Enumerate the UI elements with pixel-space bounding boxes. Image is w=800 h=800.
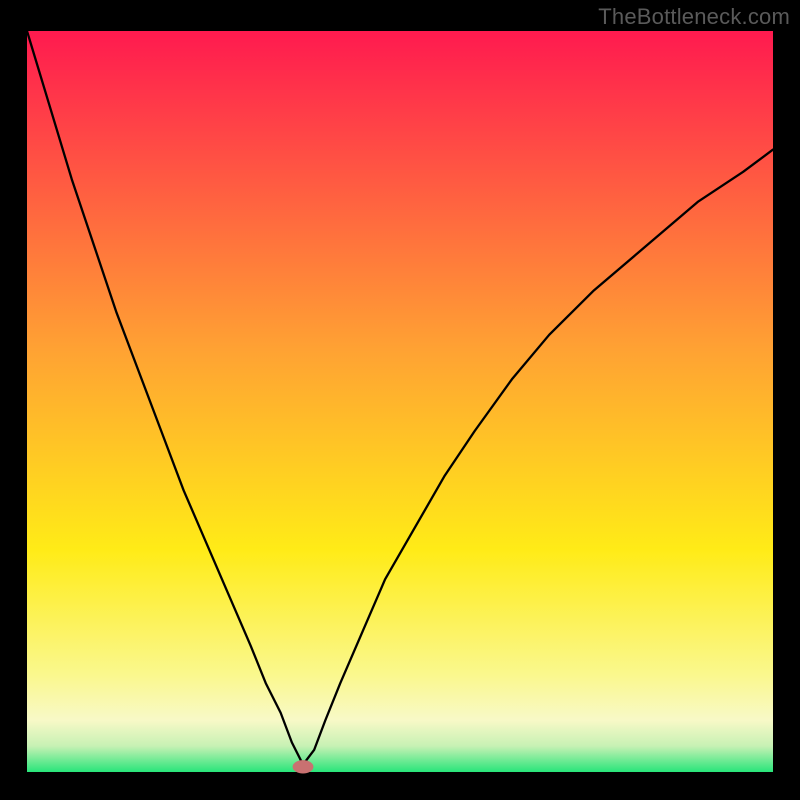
chart-stage: TheBottleneck.com (0, 0, 800, 800)
bottleneck-chart (0, 0, 800, 800)
minimum-marker (293, 760, 314, 773)
watermark-text: TheBottleneck.com (598, 4, 790, 30)
plot-background (27, 31, 773, 772)
